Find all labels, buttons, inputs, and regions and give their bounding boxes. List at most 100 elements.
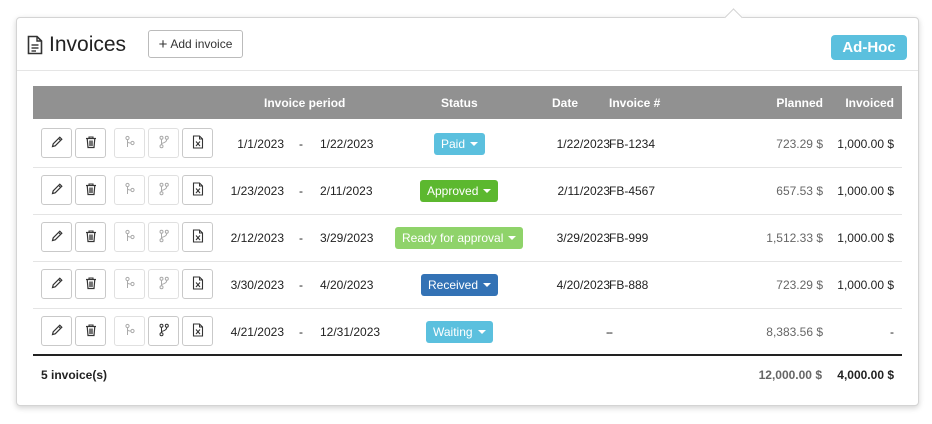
period-separator: - xyxy=(299,137,303,151)
status-dropdown[interactable]: Waiting xyxy=(426,321,493,343)
excel-file-icon xyxy=(191,181,205,199)
branch-icon xyxy=(157,323,171,340)
planned-total: 12,000.00 $ xyxy=(758,368,822,382)
table-header: Invoice period Status Date Invoice # Pla… xyxy=(33,86,902,119)
edit-icon xyxy=(50,323,64,340)
totals-divider xyxy=(33,354,902,356)
branch-button[interactable] xyxy=(148,128,179,158)
period-start: 1/23/2023 xyxy=(230,184,284,198)
excel-file-icon xyxy=(191,228,205,246)
caret-down-icon xyxy=(483,189,492,193)
invoice-count: 5 invoice(s) xyxy=(41,368,108,382)
caret-down-icon xyxy=(483,283,492,287)
panel-header: Invoices + Add invoice Ad-Hoc xyxy=(17,18,918,71)
branch-button[interactable] xyxy=(148,175,179,205)
period-separator: - xyxy=(299,184,303,198)
invoiced-amount: - xyxy=(890,325,894,339)
column-invoice-number: Invoice # xyxy=(609,96,661,110)
planned-amount: 723.29 $ xyxy=(776,278,823,292)
commit-button[interactable] xyxy=(114,316,145,346)
excel-file-icon xyxy=(191,322,205,340)
caret-down-icon xyxy=(477,330,486,334)
edit-button[interactable] xyxy=(41,222,72,252)
invoiced-amount: 1,000.00 $ xyxy=(837,231,894,245)
page-title: Invoices xyxy=(49,33,127,56)
planned-amount: 1,512.33 $ xyxy=(766,231,823,245)
commit-icon xyxy=(123,135,137,152)
period-end: 4/20/2023 xyxy=(320,278,374,292)
column-invoiced: Invoiced xyxy=(845,96,894,110)
add-invoice-button[interactable]: + Add invoice xyxy=(148,30,243,58)
invoice-number: FB-888 xyxy=(609,278,649,292)
commit-button[interactable] xyxy=(114,175,145,205)
commit-icon xyxy=(123,182,137,199)
planned-amount: 657.53 $ xyxy=(776,184,823,198)
delete-button[interactable] xyxy=(75,269,106,299)
delete-button[interactable] xyxy=(75,316,106,346)
branch-button[interactable] xyxy=(148,269,179,299)
period-start: 2/12/2023 xyxy=(230,231,284,245)
caret-down-icon xyxy=(508,236,517,240)
edit-button[interactable] xyxy=(41,269,72,299)
invoiced-total: 4,000.00 $ xyxy=(837,368,894,382)
branch-button[interactable] xyxy=(148,316,179,346)
edit-icon xyxy=(50,229,64,246)
delete-icon xyxy=(84,135,98,152)
delete-button[interactable] xyxy=(75,175,106,205)
planned-amount: 8,383.56 $ xyxy=(766,325,823,339)
delete-icon xyxy=(84,323,98,340)
delete-button[interactable] xyxy=(75,222,106,252)
commit-button[interactable] xyxy=(114,222,145,252)
delete-icon xyxy=(84,182,98,199)
column-planned: Planned xyxy=(776,96,823,110)
edit-button[interactable] xyxy=(41,128,72,158)
period-start: 1/1/2023 xyxy=(237,137,284,151)
column-date: Date xyxy=(552,96,579,110)
edit-icon xyxy=(50,182,64,199)
period-start: 3/30/2023 xyxy=(230,278,284,292)
status-dropdown[interactable]: Ready for approval xyxy=(395,227,524,249)
commit-icon xyxy=(123,229,137,246)
export-excel-button[interactable] xyxy=(182,269,213,299)
delete-icon xyxy=(84,229,98,246)
excel-file-icon xyxy=(191,134,205,152)
status-dropdown[interactable]: Approved xyxy=(420,180,499,202)
planned-amount: 723.29 $ xyxy=(776,137,823,151)
delete-button[interactable] xyxy=(75,128,106,158)
status-dropdown[interactable]: Received xyxy=(421,274,499,296)
export-excel-button[interactable] xyxy=(182,175,213,205)
commit-icon xyxy=(123,323,137,340)
edit-icon xyxy=(50,135,64,152)
column-status: Status xyxy=(441,96,478,110)
period-end: 1/22/2023 xyxy=(320,137,374,151)
export-excel-button[interactable] xyxy=(182,128,213,158)
invoice-number: - xyxy=(609,325,613,339)
ad-hoc-badge: Ad-Hoc xyxy=(831,35,907,60)
status-label: Approved xyxy=(427,184,479,198)
excel-file-icon xyxy=(191,275,205,293)
caret-down-icon xyxy=(470,142,479,146)
edit-button[interactable] xyxy=(41,316,72,346)
branch-icon xyxy=(157,276,171,293)
plus-icon: + xyxy=(158,35,168,53)
edit-button[interactable] xyxy=(41,175,72,205)
invoiced-amount: 1,000.00 $ xyxy=(837,278,894,292)
period-separator: - xyxy=(299,278,303,292)
invoice-number: FB-4567 xyxy=(609,184,656,198)
export-excel-button[interactable] xyxy=(182,316,213,346)
branch-button[interactable] xyxy=(148,222,179,252)
status-label: Waiting xyxy=(433,325,473,339)
document-icon xyxy=(27,35,43,55)
status-label: Paid xyxy=(441,137,466,151)
table-row: 1/1/2023-1/22/2023 Paid 1/22/2023 FB-1234 72… xyxy=(33,120,902,168)
period-end: 12/31/2023 xyxy=(320,325,381,339)
export-excel-button[interactable] xyxy=(182,222,213,252)
branch-icon xyxy=(157,182,171,199)
invoice-date: 4/20/2023 xyxy=(556,278,610,292)
status-label: Received xyxy=(428,278,479,292)
period-separator: - xyxy=(299,325,303,339)
commit-button[interactable] xyxy=(114,269,145,299)
delete-icon xyxy=(84,276,98,293)
status-dropdown[interactable]: Paid xyxy=(434,133,486,155)
commit-button[interactable] xyxy=(114,128,145,158)
